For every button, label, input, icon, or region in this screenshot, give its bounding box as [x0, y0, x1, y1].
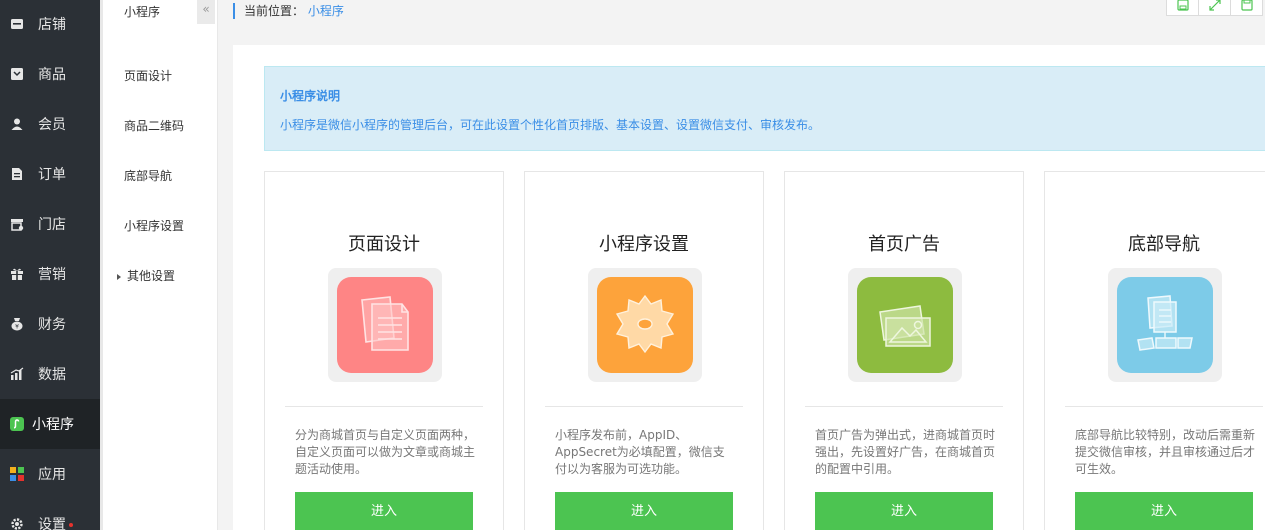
store-icon	[9, 16, 25, 32]
card-icon-frame	[848, 268, 962, 382]
sidebar-item-label: 小程序	[32, 417, 74, 433]
sidebar-item-marketing[interactable]: 营销	[0, 249, 100, 299]
card-divider	[545, 406, 743, 407]
collapse-sidebar-button[interactable]: «	[197, 0, 215, 24]
feature-card-home-ad: 首页广告 首页广告为弹出式，进商城首页时强出，先设置好广告，在商城首页的配置中引…	[784, 171, 1024, 530]
sidebar-item-finance[interactable]: ¥ 财务	[0, 299, 100, 349]
breadcrumb-current-link[interactable]: 小程序	[308, 4, 344, 18]
page-toolbar	[1166, 0, 1263, 16]
card-description: 小程序发布前，AppID、AppSecret为必填配置，微信支付以为客服为可选功…	[555, 428, 725, 476]
subnav-item-bottom-nav[interactable]: 底部导航	[124, 167, 172, 184]
subnav-item-product-qrcode[interactable]: 商品二维码	[124, 117, 184, 134]
sidebar-item-apps[interactable]: 应用	[0, 449, 100, 499]
sidebar-item-label: 设置	[38, 517, 66, 530]
breadcrumb-prefix: 当前位置：	[244, 4, 305, 18]
order-icon	[9, 166, 25, 182]
sidebar-item-label: 店铺	[38, 17, 66, 33]
breadcrumb: 当前位置： 小程序	[233, 3, 344, 19]
settings-icon	[9, 516, 25, 530]
sidebar-item-label: 订单	[38, 167, 66, 183]
documents-icon	[337, 277, 433, 373]
sidebar-item-label: 营销	[38, 267, 66, 283]
subnav-group-label: 其他设置	[127, 269, 176, 283]
image-icon	[857, 277, 953, 373]
info-notice: 小程序说明 小程序是微信小程序的管理后台，可在此设置个性化首页排版、基本设置、设…	[264, 66, 1265, 151]
card-divider	[1065, 406, 1263, 407]
subnav-item-page-design[interactable]: 页面设计	[124, 67, 172, 84]
notice-title: 小程序说明	[280, 89, 341, 103]
sidebar-item-order[interactable]: 订单	[0, 149, 100, 199]
sidebar-item-member[interactable]: 会员	[0, 99, 100, 149]
notice-text: 小程序是微信小程序的管理后台，可在此设置个性化首页排版、基本设置、设置微信支付、…	[280, 118, 821, 132]
sub-sidebar: 小程序 « 页面设计 商品二维码 底部导航 小程序设置 其他设置	[103, 0, 218, 530]
save-icon	[1176, 0, 1189, 15]
feature-card-miniprogram-settings: 小程序设置 小程序发布前，AppID、AppSecret为必填配置，微信支付以为…	[524, 171, 764, 530]
navigation-icon	[1117, 277, 1213, 373]
sidebar-item-label: 数据	[38, 367, 66, 383]
gear-icon	[597, 277, 693, 373]
sidebar-item-label: 门店	[38, 217, 66, 233]
fullscreen-button[interactable]	[1198, 0, 1231, 16]
card-icon-frame	[328, 268, 442, 382]
subnav-title: 小程序	[124, 5, 161, 19]
enter-miniprogram-settings-button[interactable]: 进入	[555, 492, 733, 530]
card-icon-frame	[1108, 268, 1222, 382]
sidebar-item-miniprogram[interactable]: 小程序	[0, 399, 100, 449]
sidebar-item-store[interactable]: 店铺	[0, 0, 100, 49]
expand-icon	[1208, 0, 1221, 15]
feature-card-page-design: 页面设计 分为商城首页与自定义页面两种，自定义页面可以做为文章或商城主题活动使用…	[264, 171, 504, 530]
feature-card-bottom-nav: 底部导航 底部导航比较特别，改动后需重新提交微信审核，并且审核通过后才可生效。 …	[1044, 171, 1265, 530]
subnav-group-other-settings[interactable]: 其他设置	[117, 267, 175, 284]
card-title: 小程序设置	[599, 234, 689, 255]
member-icon	[9, 116, 25, 132]
save-alt-button[interactable]	[1230, 0, 1263, 16]
disk-icon	[1240, 0, 1253, 15]
enter-home-ad-button[interactable]: 进入	[815, 492, 993, 530]
notification-dot	[69, 523, 73, 527]
card-description: 首页广告为弹出式，进商城首页时强出，先设置好广告，在商城首页的配置中引用。	[815, 428, 996, 476]
card-divider	[285, 406, 483, 407]
card-description: 底部导航比较特别，改动后需重新提交微信审核，并且审核通过后才可生效。	[1075, 428, 1256, 476]
sidebar-item-settings[interactable]: 设置	[0, 499, 100, 530]
sidebar-item-product[interactable]: 商品	[0, 49, 100, 99]
sidebar-item-label: 应用	[38, 467, 66, 483]
card-title: 底部导航	[1128, 234, 1200, 255]
apps-icon	[9, 466, 25, 482]
chart-icon	[9, 366, 25, 382]
sidebar-item-label: 会员	[38, 117, 66, 133]
gift-icon	[9, 266, 25, 282]
svg-text:¥: ¥	[15, 324, 19, 331]
product-icon	[9, 66, 25, 82]
card-divider	[805, 406, 1003, 407]
save-page-button[interactable]	[1166, 0, 1199, 16]
subnav-item-miniprogram-settings[interactable]: 小程序设置	[124, 217, 184, 234]
enter-page-design-button[interactable]: 进入	[295, 492, 473, 530]
miniprogram-icon	[9, 416, 25, 432]
sidebar-item-shop[interactable]: 门店	[0, 199, 100, 249]
sidebar-item-label: 财务	[38, 317, 66, 333]
card-title: 首页广告	[868, 234, 940, 255]
card-icon-frame	[588, 268, 702, 382]
sidebar-item-label: 商品	[38, 67, 66, 83]
finance-icon: ¥	[9, 316, 25, 332]
enter-bottom-nav-button[interactable]: 进入	[1075, 492, 1253, 530]
card-title: 页面设计	[348, 234, 420, 255]
caret-right-icon	[117, 273, 121, 280]
sidebar-item-data[interactable]: 数据	[0, 349, 100, 399]
card-description: 分为商城首页与自定义页面两种，自定义页面可以做为文章或商城主题活动使用。	[295, 428, 476, 476]
shop-icon	[9, 216, 25, 232]
main-sidebar: 店铺 商品 会员 订单 门店 营销 ¥ 财务 数据 小程序 应用 设置	[0, 0, 103, 530]
